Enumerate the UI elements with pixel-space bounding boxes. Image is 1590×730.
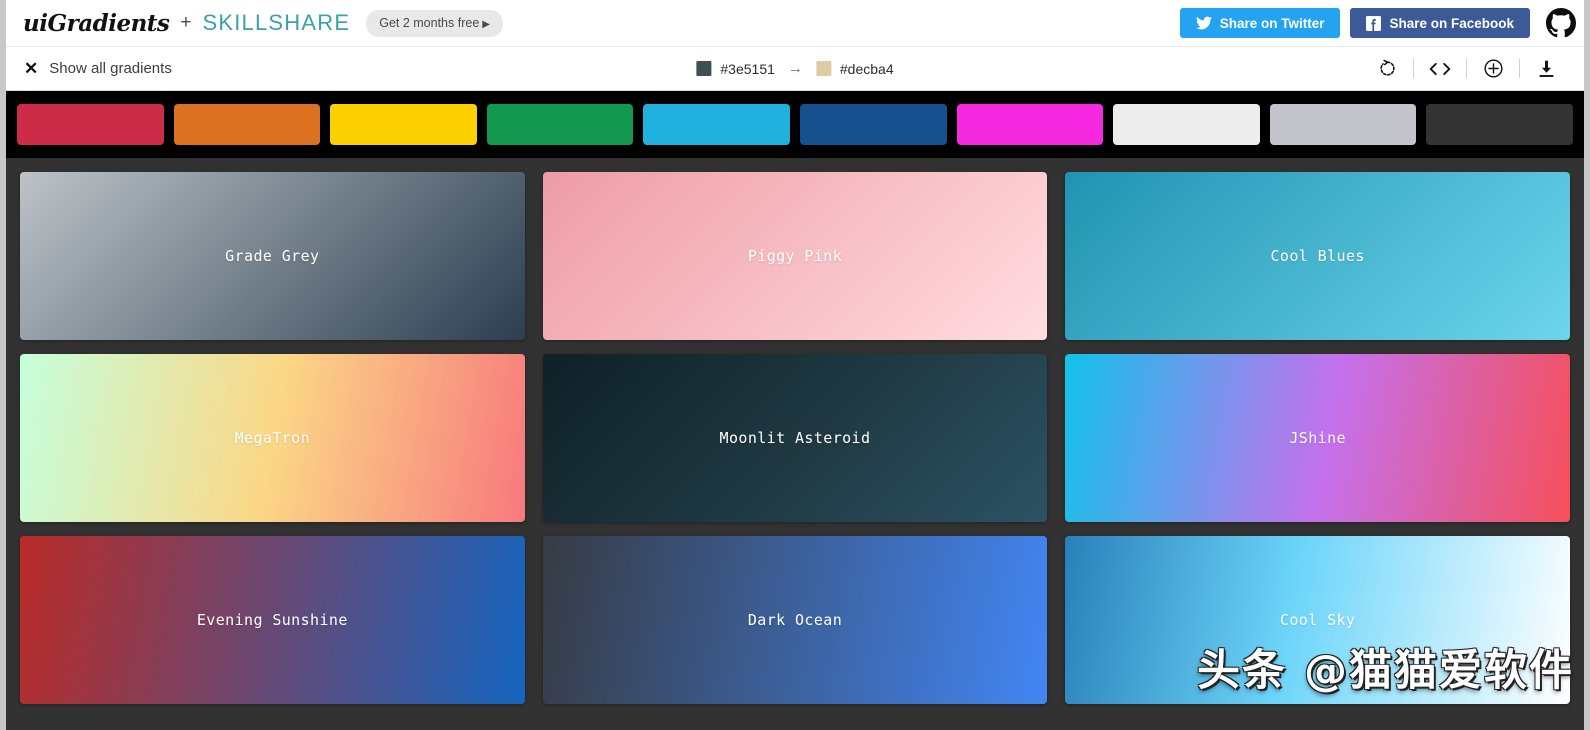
- color-right-hex[interactable]: #decba4: [840, 61, 894, 77]
- gradient-card[interactable]: Cool Blues: [1065, 172, 1570, 340]
- color-filter-white[interactable]: [1113, 104, 1260, 145]
- facebook-icon: [1366, 16, 1381, 31]
- promo-label: Get 2 months free: [379, 16, 479, 30]
- gradient-card-label: Moonlit Asteroid: [720, 429, 871, 447]
- color-filter-blue[interactable]: [800, 104, 947, 145]
- gradient-card-label: Cool Blues: [1271, 247, 1365, 265]
- color-filter-dark-grey[interactable]: [1426, 104, 1573, 145]
- color-filter-green[interactable]: [487, 104, 634, 145]
- toolbar-actions: [1361, 58, 1584, 79]
- toolbar: ✕ Show all gradients #3e5151 → #decba4: [6, 47, 1584, 91]
- color-filter-magenta[interactable]: [957, 104, 1104, 145]
- color-filter-bar: [6, 91, 1584, 158]
- gradient-card[interactable]: JShine: [1065, 354, 1570, 522]
- gradient-card-label: Dark Ocean: [748, 611, 842, 629]
- plus-separator: +: [180, 12, 191, 34]
- add-icon[interactable]: [1467, 58, 1519, 79]
- show-all-gradients-button[interactable]: ✕ Show all gradients: [24, 60, 172, 77]
- color-left-hex[interactable]: #3e5151: [720, 61, 775, 77]
- color-filter-yellow[interactable]: [330, 104, 477, 145]
- gradient-card[interactable]: Cool Sky: [1065, 536, 1570, 704]
- gradient-card-label: Grade Grey: [225, 247, 319, 265]
- close-icon: ✕: [24, 60, 38, 77]
- color-swatch-right[interactable]: [816, 61, 831, 76]
- share-facebook-label: Share on Facebook: [1389, 16, 1514, 31]
- color-filter-grey[interactable]: [1270, 104, 1417, 145]
- code-icon[interactable]: [1414, 60, 1466, 78]
- color-filter-orange[interactable]: [174, 104, 321, 145]
- color-filter-red[interactable]: [17, 104, 164, 145]
- share-twitter-label: Share on Twitter: [1220, 16, 1325, 31]
- gradient-card[interactable]: Dark Ocean: [543, 536, 1048, 704]
- github-icon: [1546, 8, 1576, 38]
- gradient-card[interactable]: MegaTron: [20, 354, 525, 522]
- show-all-gradients-label: Show all gradients: [49, 60, 172, 77]
- gradient-card[interactable]: Moonlit Asteroid: [543, 354, 1048, 522]
- header-bar: uiGradients + SKILLSHARE Get 2 months fr…: [6, 0, 1584, 47]
- gradient-card[interactable]: Evening Sunshine: [20, 536, 525, 704]
- gradient-card-label: Piggy Pink: [748, 247, 842, 265]
- arrow-right-icon: →: [788, 60, 803, 77]
- gradient-card[interactable]: Grade Grey: [20, 172, 525, 340]
- gradient-grid: Grade Grey Piggy Pink Cool Blues MegaTron Mo…: [6, 158, 1584, 704]
- promo-button[interactable]: Get 2 months free▶: [366, 10, 503, 37]
- current-gradient-colors: #3e5151 → #decba4: [696, 60, 893, 77]
- rotate-icon[interactable]: [1361, 59, 1413, 78]
- caret-right-icon: ▶: [482, 19, 490, 30]
- app-root: uiGradients + SKILLSHARE Get 2 months fr…: [6, 0, 1584, 730]
- site-logo[interactable]: uiGradients: [23, 10, 169, 37]
- color-swatch-left[interactable]: [696, 61, 711, 76]
- gradient-card-label: Cool Sky: [1280, 611, 1355, 629]
- gradient-card[interactable]: Piggy Pink: [543, 172, 1048, 340]
- twitter-icon: [1196, 16, 1212, 30]
- partner-logo-skillshare[interactable]: SKILLSHARE: [202, 10, 350, 36]
- header-actions: Share on Twitter Share on Facebook: [1180, 0, 1584, 46]
- gradient-card-label: MegaTron: [235, 429, 310, 447]
- color-filter-cyan[interactable]: [643, 104, 790, 145]
- share-twitter-button[interactable]: Share on Twitter: [1180, 8, 1341, 38]
- gradient-card-label: Evening Sunshine: [197, 611, 348, 629]
- share-facebook-button[interactable]: Share on Facebook: [1350, 8, 1530, 38]
- gradient-card-label: JShine: [1289, 429, 1346, 447]
- download-icon[interactable]: [1520, 59, 1572, 79]
- github-link[interactable]: [1538, 8, 1584, 38]
